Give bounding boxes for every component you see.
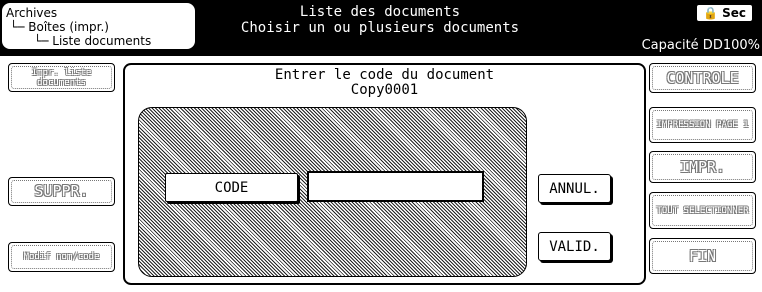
delete-button[interactable]: SUPPR. xyxy=(8,177,115,206)
dialog-title-text: Entrer le code du document xyxy=(274,67,495,83)
document-name: Copy0001 xyxy=(350,82,419,98)
screen-title-line2: Choisir un ou plusieurs documents xyxy=(240,20,520,36)
breadcrumb-level-1: Archives xyxy=(6,6,58,20)
end-button[interactable]: FIN xyxy=(649,238,756,274)
security-badge: 🔒 Sec xyxy=(696,5,752,21)
copier-panel-screen: Archives └─ Boîtes (impr.) └─ Liste docu… xyxy=(0,0,762,292)
breadcrumb-level-3: └─ Liste documents xyxy=(34,34,152,48)
edit-name-code-button[interactable]: Modif nom/code xyxy=(8,242,115,272)
breadcrumb[interactable]: Archives └─ Boîtes (impr.) └─ Liste docu… xyxy=(2,3,195,49)
validate-button[interactable]: VALID. xyxy=(538,232,611,261)
header-bar: Archives └─ Boîtes (impr.) └─ Liste docu… xyxy=(0,0,762,56)
breadcrumb-level-2: └─ Boîtes (impr.) xyxy=(10,20,109,34)
print-button[interactable]: IMPR. xyxy=(649,151,756,183)
select-all-button[interactable]: TOUT SELECTIONNER xyxy=(649,192,756,229)
control-button[interactable]: CONTROLE xyxy=(649,63,756,93)
screen-title: Liste des documents Choisir un ou plusie… xyxy=(200,4,560,36)
cancel-button[interactable]: ANNUL. xyxy=(538,174,611,203)
lock-icon: 🔒 xyxy=(702,6,718,20)
print-page1-button[interactable]: IMPRESSION PAGE 1 xyxy=(649,107,756,143)
screen-title-line1: Liste des documents xyxy=(299,4,461,20)
print-list-button[interactable]: Impr. liste documents xyxy=(8,63,115,92)
code-input-field[interactable] xyxy=(307,171,484,202)
capacity-indicator: Capacité DD100% xyxy=(641,38,760,53)
code-button[interactable]: CODE xyxy=(165,173,298,202)
dialog-title: Entrer le code du document Copy0001 xyxy=(125,68,644,98)
